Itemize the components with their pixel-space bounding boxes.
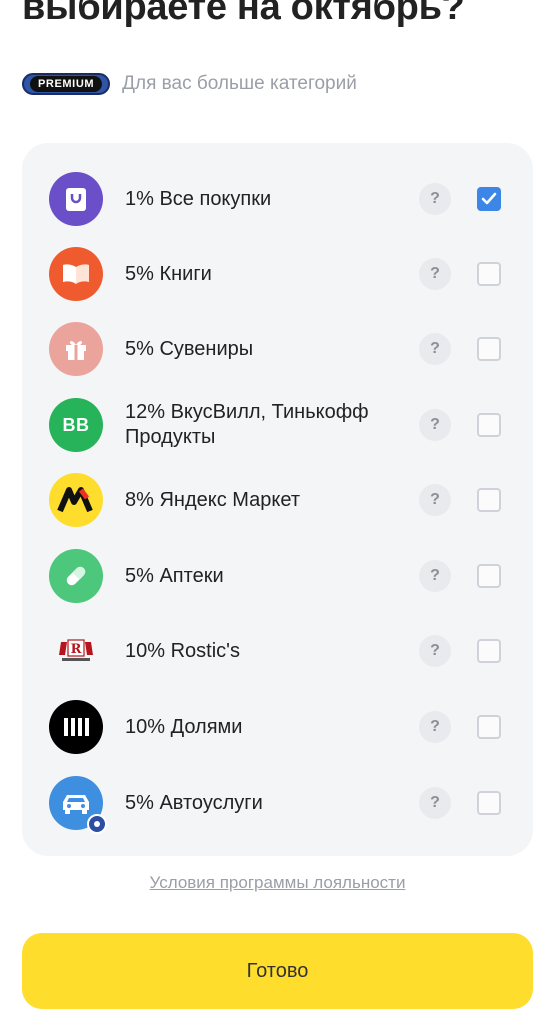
category-checkbox[interactable]	[477, 488, 501, 512]
category-row[interactable]: 8% Яндекс Маркет ?	[22, 465, 533, 535]
category-label: 5% Сувениры	[125, 337, 254, 360]
category-label: 5% Автоуслуги	[125, 791, 263, 814]
done-button[interactable]: Готово	[22, 933, 533, 1009]
category-row[interactable]: 1% Все покупки ?	[22, 164, 533, 234]
loyalty-terms-link[interactable]: Условия программы лояльности	[0, 873, 555, 893]
rostics-logo: R	[49, 624, 103, 678]
shopping-bag-icon	[49, 172, 103, 226]
help-icon[interactable]: ?	[419, 258, 451, 290]
premium-badge-label: PREMIUM	[30, 76, 103, 92]
category-row[interactable]: 5% Аптеки ?	[22, 541, 533, 611]
tire-badge-icon	[87, 814, 107, 834]
vkusvill-logo: BB	[49, 398, 103, 452]
category-checkbox[interactable]	[477, 639, 501, 663]
category-label: 12% ВкусВилл, Тинькофф Продукты	[125, 401, 369, 448]
category-label: 8% Яндекс Маркет	[125, 488, 300, 511]
premium-row: PREMIUM Для вас больше категорий	[22, 73, 357, 95]
help-icon[interactable]: ?	[419, 409, 451, 441]
category-label: 5% Книги	[125, 262, 212, 285]
category-list: 1% Все покупки ? 5% Книги ? 5% Сувениры …	[22, 143, 533, 856]
help-icon[interactable]: ?	[419, 560, 451, 592]
category-label: 10% Долями	[125, 715, 243, 738]
category-label: 10% Rostic's	[125, 639, 240, 662]
category-label: 5% Аптеки	[125, 564, 224, 587]
gift-icon	[49, 322, 103, 376]
help-icon[interactable]: ?	[419, 484, 451, 516]
help-icon[interactable]: ?	[419, 635, 451, 667]
category-row[interactable]: 5% Автоуслуги ?	[22, 768, 533, 838]
help-icon[interactable]: ?	[419, 711, 451, 743]
category-checkbox[interactable]	[477, 791, 501, 815]
svg-text:R: R	[71, 642, 82, 657]
category-row[interactable]: 10% Долями ?	[22, 692, 533, 762]
help-icon[interactable]: ?	[419, 787, 451, 819]
category-row[interactable]: R 10% Rostic's ?	[22, 616, 533, 686]
category-checkbox[interactable]	[477, 187, 501, 211]
premium-description: Для вас больше категорий	[122, 73, 357, 94]
yandex-market-logo	[49, 473, 103, 527]
help-icon[interactable]: ?	[419, 183, 451, 215]
help-icon[interactable]: ?	[419, 333, 451, 365]
car-icon	[49, 776, 107, 834]
open-book-icon	[49, 247, 103, 301]
category-checkbox[interactable]	[477, 564, 501, 588]
category-row[interactable]: BB 12% ВкусВилл, Тинькофф Продукты ?	[22, 390, 533, 460]
dolyami-logo	[49, 700, 103, 754]
category-row[interactable]: 5% Сувениры ?	[22, 314, 533, 384]
category-checkbox[interactable]	[477, 715, 501, 739]
page-title: выбираете на октябрь?	[22, 0, 465, 28]
category-checkbox[interactable]	[477, 262, 501, 286]
category-checkbox[interactable]	[477, 413, 501, 437]
category-checkbox[interactable]	[477, 337, 501, 361]
premium-badge: PREMIUM	[22, 73, 111, 95]
category-row[interactable]: 5% Книги ?	[22, 239, 533, 309]
pill-icon	[49, 549, 103, 603]
category-label: 1% Все покупки	[125, 187, 272, 210]
